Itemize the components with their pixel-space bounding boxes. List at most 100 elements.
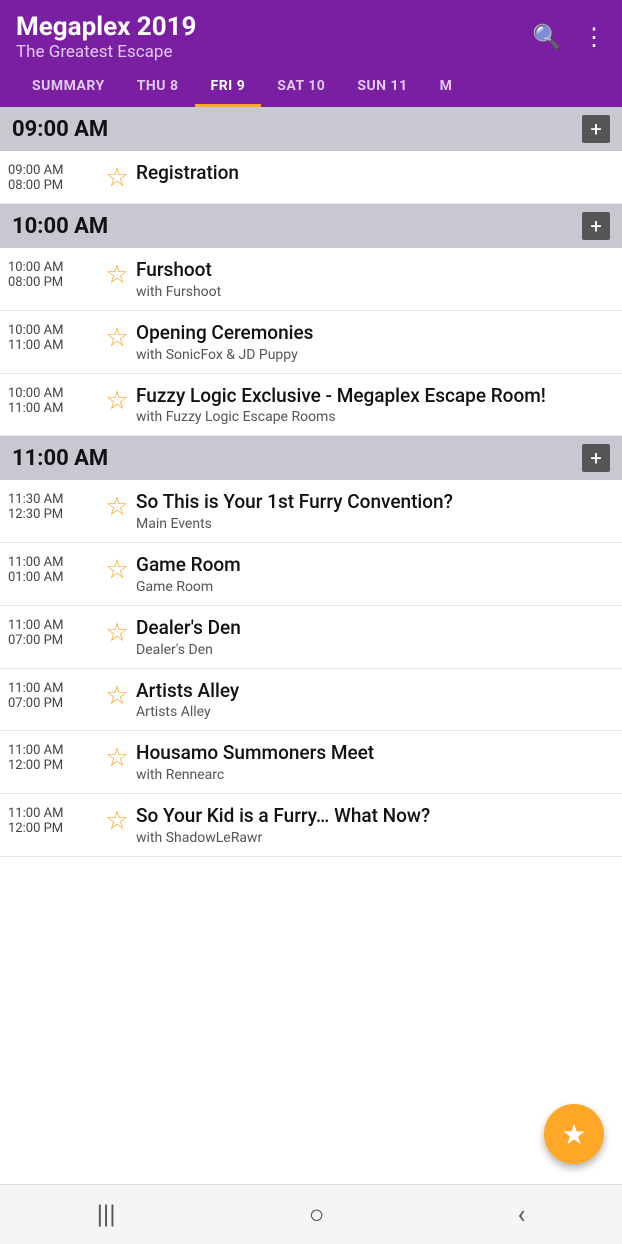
fab-star-icon: ★: [561, 1118, 586, 1151]
event-info: So Your Kid is a Furry… What Now? with S…: [136, 804, 614, 846]
event-start: 11:00 AM: [8, 618, 98, 633]
event-end: 07:00 PM: [8, 633, 98, 648]
event-end: 08:00 PM: [8, 178, 98, 193]
event-row: 10:00 AM 08:00 PM ☆ Furshoot with Fursho…: [0, 248, 622, 311]
event-row: 11:30 AM 12:30 PM ☆ So This is Your 1st …: [0, 480, 622, 543]
event-info: Furshoot with Furshoot: [136, 258, 614, 300]
favorite-icon[interactable]: ☆: [105, 743, 128, 773]
event-title[interactable]: Furshoot: [136, 258, 614, 282]
tab-summary[interactable]: SUMMARY: [16, 68, 121, 107]
event-subtitle: with SonicFox & JD Puppy: [136, 347, 614, 363]
search-icon[interactable]: 🔍: [532, 23, 562, 51]
add-button-10am[interactable]: +: [582, 212, 610, 240]
star-col: ☆: [98, 553, 136, 585]
event-row: 11:00 AM 07:00 PM ☆ Dealer's Den Dealer'…: [0, 606, 622, 669]
favorite-icon[interactable]: ☆: [105, 163, 128, 193]
tab-sat10[interactable]: SAT 10: [261, 68, 341, 107]
app-subtitle: The Greatest Escape: [16, 42, 196, 62]
event-title[interactable]: So Your Kid is a Furry… What Now?: [136, 804, 614, 828]
event-row: 11:00 AM 01:00 AM ☆ Game Room Game Room: [0, 543, 622, 606]
tab-fri9[interactable]: FRI 9: [195, 68, 262, 107]
section-header-11am: 11:00 AM +: [0, 436, 622, 480]
tab-sun11[interactable]: SUN 11: [341, 68, 423, 107]
event-end: 08:00 PM: [8, 275, 98, 290]
event-start: 11:00 AM: [8, 806, 98, 821]
section-header-9am: 09:00 AM +: [0, 107, 622, 151]
event-info: Housamo Summoners Meet with Rennearc: [136, 741, 614, 783]
event-times: 10:00 AM 11:00 AM: [8, 384, 98, 416]
star-col: ☆: [98, 161, 136, 193]
header: Megaplex 2019 The Greatest Escape 🔍 ⋮ SU…: [0, 0, 622, 107]
schedule-content: 09:00 AM + 09:00 AM 08:00 PM ☆ Registrat…: [0, 107, 622, 927]
event-subtitle: with Furshoot: [136, 284, 614, 300]
event-info: Registration: [136, 161, 614, 185]
bottom-nav: ||| ○ ‹: [0, 1184, 622, 1244]
event-info: So This is Your 1st Furry Convention? Ma…: [136, 490, 614, 532]
event-title[interactable]: Housamo Summoners Meet: [136, 741, 614, 765]
event-end: 12:30 PM: [8, 507, 98, 522]
favorite-icon[interactable]: ☆: [105, 681, 128, 711]
add-button-11am[interactable]: +: [582, 444, 610, 472]
header-icons: 🔍 ⋮: [532, 23, 606, 51]
event-title[interactable]: So This is Your 1st Furry Convention?: [136, 490, 614, 514]
nav-menu-icon[interactable]: |||: [97, 1200, 116, 1230]
event-times: 11:00 AM 12:00 PM: [8, 741, 98, 773]
nav-back-icon[interactable]: ‹: [518, 1200, 526, 1230]
favorite-icon[interactable]: ☆: [105, 386, 128, 416]
favorite-icon[interactable]: ☆: [105, 492, 128, 522]
event-subtitle: Game Room: [136, 579, 614, 595]
event-times: 11:00 AM 07:00 PM: [8, 679, 98, 711]
event-title[interactable]: Registration: [136, 161, 614, 185]
event-times: 11:00 AM 07:00 PM: [8, 616, 98, 648]
event-times: 11:00 AM 01:00 AM: [8, 553, 98, 585]
event-start: 11:30 AM: [8, 492, 98, 507]
star-col: ☆: [98, 804, 136, 836]
event-info: Opening Ceremonies with SonicFox & JD Pu…: [136, 321, 614, 363]
event-end: 12:00 PM: [8, 758, 98, 773]
event-start: 10:00 AM: [8, 323, 98, 338]
event-info: Artists Alley Artists Alley: [136, 679, 614, 721]
event-end: 11:00 AM: [8, 401, 98, 416]
event-times: 10:00 AM 11:00 AM: [8, 321, 98, 353]
tabs-bar: SUMMARY THU 8 FRI 9 SAT 10 SUN 11 M: [16, 68, 606, 107]
nav-home-icon[interactable]: ○: [309, 1199, 325, 1230]
event-start: 11:00 AM: [8, 681, 98, 696]
event-start: 11:00 AM: [8, 555, 98, 570]
more-options-icon[interactable]: ⋮: [582, 23, 606, 51]
section-time-11am: 11:00 AM: [12, 446, 108, 471]
fab-button[interactable]: ★: [544, 1104, 604, 1164]
event-title[interactable]: Dealer's Den: [136, 616, 614, 640]
event-info: Game Room Game Room: [136, 553, 614, 595]
event-end: 11:00 AM: [8, 338, 98, 353]
event-row: 11:00 AM 07:00 PM ☆ Artists Alley Artist…: [0, 669, 622, 732]
add-button-9am[interactable]: +: [582, 115, 610, 143]
event-end: 12:00 PM: [8, 821, 98, 836]
favorite-icon[interactable]: ☆: [105, 323, 128, 353]
app-title: Megaplex 2019: [16, 12, 196, 42]
event-title[interactable]: Fuzzy Logic Exclusive - Megaplex Escape …: [136, 384, 614, 408]
event-title[interactable]: Opening Ceremonies: [136, 321, 614, 345]
star-col: ☆: [98, 321, 136, 353]
event-times: 11:30 AM 12:30 PM: [8, 490, 98, 522]
event-row: 11:00 AM 12:00 PM ☆ Housamo Summoners Me…: [0, 731, 622, 794]
event-title[interactable]: Game Room: [136, 553, 614, 577]
tab-thu8[interactable]: THU 8: [121, 68, 195, 107]
event-subtitle: Artists Alley: [136, 704, 614, 720]
event-info: Dealer's Den Dealer's Den: [136, 616, 614, 658]
event-start: 09:00 AM: [8, 163, 98, 178]
favorite-icon[interactable]: ☆: [105, 260, 128, 290]
favorite-icon[interactable]: ☆: [105, 806, 128, 836]
event-row: 10:00 AM 11:00 AM ☆ Opening Ceremonies w…: [0, 311, 622, 374]
header-title-group: Megaplex 2019 The Greatest Escape: [16, 12, 196, 62]
event-start: 10:00 AM: [8, 260, 98, 275]
tab-more[interactable]: M: [424, 68, 469, 107]
event-row: 11:00 AM 12:00 PM ☆ So Your Kid is a Fur…: [0, 794, 622, 857]
section-header-10am: 10:00 AM +: [0, 204, 622, 248]
favorite-icon[interactable]: ☆: [105, 618, 128, 648]
star-col: ☆: [98, 616, 136, 648]
event-times: 09:00 AM 08:00 PM: [8, 161, 98, 193]
favorite-icon[interactable]: ☆: [105, 555, 128, 585]
event-title[interactable]: Artists Alley: [136, 679, 614, 703]
event-end: 01:00 AM: [8, 570, 98, 585]
section-time-9am: 09:00 AM: [12, 117, 108, 142]
